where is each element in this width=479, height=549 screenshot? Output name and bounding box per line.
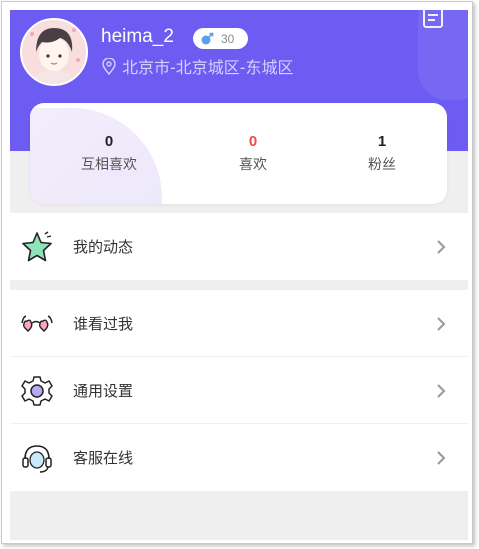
location: 北京市-北京城区-东城区 [102,54,294,78]
stats-card: 0 互相喜欢 0 喜欢 1 粉丝 [30,103,447,204]
stat-label: 喜欢 [239,157,267,173]
stat-mutual-likes[interactable]: 0 互相喜欢 [59,133,159,174]
gear-icon [21,376,53,406]
chevron-right-icon [437,240,446,254]
avatar[interactable] [20,18,88,86]
male-symbol-icon [201,32,214,44]
menu-item-my-posts[interactable]: 我的动态 [10,213,468,280]
location-pin-icon [102,57,116,75]
menu-label: 通用设置 [73,381,134,400]
menu-item-settings[interactable]: 通用设置 [10,357,468,424]
stat-fans[interactable]: 1 粉丝 [332,133,432,174]
stat-value: 1 [377,133,387,150]
location-text: 北京市-北京城区-东城区 [122,58,294,77]
menu-label: 我的动态 [73,238,134,256]
app-screen: heima_2 30 北京市-北京城区-东城区 0 互相喜欢 0 喜欢 1 粉丝… [10,10,468,540]
menu-group-settings: 谁看过我 通用设置 客服在线 [10,290,468,491]
username: heima_2 [101,26,174,47]
menu-item-visitors[interactable]: 谁看过我 [10,290,468,357]
chevron-right-icon [437,384,446,398]
menu-label: 谁看过我 [73,314,134,333]
star-icon [22,231,52,262]
headset-icon [22,445,52,473]
menu-group-activity: 我的动态 [10,213,468,280]
stat-value: 0 [248,133,258,150]
stat-label: 粉丝 [368,157,396,173]
edit-profile-icon[interactable] [422,10,444,28]
stat-value: 0 [104,133,114,150]
avatar-illustration [22,20,86,84]
age-value: 30 [221,31,235,46]
menu-item-customer-service[interactable]: 客服在线 [10,424,468,491]
gender-age-badge: 30 [193,28,248,49]
chevron-right-icon [437,317,446,331]
stat-likes[interactable]: 0 喜欢 [203,133,303,174]
chevron-right-icon [437,451,446,465]
menu-label: 客服在线 [73,449,134,467]
stat-label: 互相喜欢 [81,157,137,173]
glasses-icon [21,315,53,332]
window-frame: heima_2 30 北京市-北京城区-东城区 0 互相喜欢 0 喜欢 1 粉丝… [1,1,473,544]
